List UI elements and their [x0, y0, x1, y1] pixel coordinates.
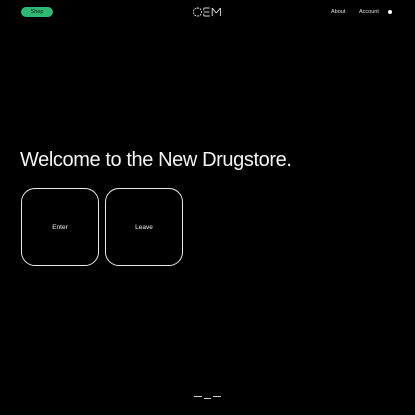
top-navigation: Shop About Account: [0, 0, 415, 26]
oem-logo[interactable]: [193, 7, 222, 17]
slide-indicator-dash[interactable]: [194, 396, 202, 397]
oem-logo-mark: [193, 7, 221, 17]
dot-icon[interactable]: [388, 10, 392, 14]
page-headline: Welcome to the New Drugstore.: [20, 149, 292, 171]
slide-indicator-dash[interactable]: [204, 398, 211, 399]
enter-button-label: Enter: [52, 223, 68, 231]
enter-button[interactable]: Enter: [21, 188, 99, 266]
nav-about-link[interactable]: About: [331, 8, 345, 16]
leave-button-label: Leave: [135, 223, 153, 231]
nav-account-link[interactable]: Account: [359, 8, 379, 16]
slide-indicator-dash[interactable]: [213, 396, 221, 397]
slide-indicator: [194, 394, 221, 400]
shop-button[interactable]: Shop: [21, 7, 53, 17]
leave-button[interactable]: Leave: [105, 188, 183, 266]
